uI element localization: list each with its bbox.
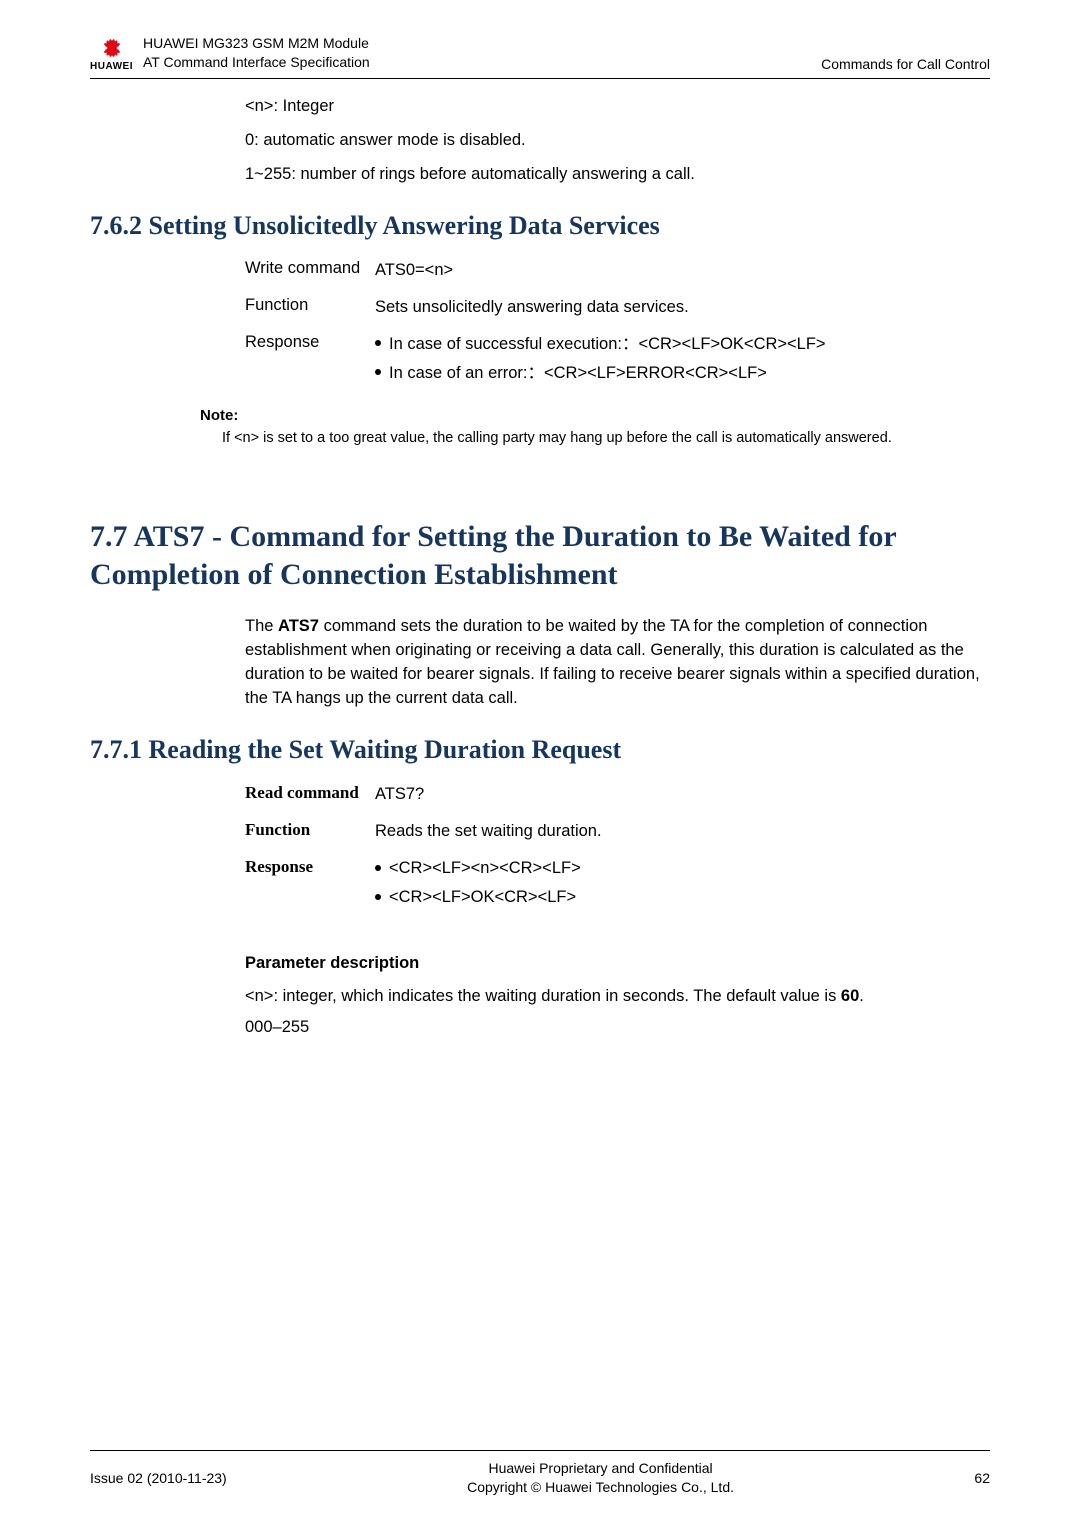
bullet-dot-icon xyxy=(375,340,381,346)
bullet-dot-icon xyxy=(375,369,381,375)
response-bullet-1: <CR><LF><n><CR><LF> xyxy=(375,857,990,880)
huawei-petals-icon xyxy=(95,34,129,60)
s77-post: command sets the duration to be waited b… xyxy=(245,617,980,707)
pd-p1-bold: 60 xyxy=(841,987,859,1005)
value-response: In case of successful execution:：<CR><LF… xyxy=(375,333,990,391)
pd-p1-post: . xyxy=(859,987,864,1005)
response-bullet-error: In case of an error:：<CR><LF>ERROR<CR><L… xyxy=(375,362,990,385)
label-function-771: Function xyxy=(245,820,375,840)
pd-p1-pre: <n>: integer, which indicates the waitin… xyxy=(245,987,841,1005)
response-2-text: <CR><LF>OK<CR><LF> xyxy=(389,886,576,909)
value-response-771: <CR><LF><n><CR><LF> <CR><LF>OK<CR><LF> xyxy=(375,857,990,915)
header-title-line1: HUAWEI MG323 GSM M2M Module xyxy=(143,34,370,53)
response-bullet-2: <CR><LF>OK<CR><LF> xyxy=(375,886,990,909)
huawei-logo: HUAWEI xyxy=(90,34,133,72)
param-n-range: 1~255: number of rings before automatica… xyxy=(245,163,990,187)
param-n-0: 0: automatic answer mode is disabled. xyxy=(245,129,990,153)
value-function-771: Reads the set waiting duration. xyxy=(375,820,990,843)
label-function: Function xyxy=(245,296,375,315)
def-table-762: Write command ATS0=<n> Function Sets uns… xyxy=(245,259,990,391)
heading-7-7: 7.7 ATS7 - Command for Setting the Durat… xyxy=(90,518,990,593)
header-title-line2: AT Command Interface Specification xyxy=(143,53,370,72)
heading-7-7-1: 7.7.1 Reading the Set Waiting Duration R… xyxy=(90,735,990,765)
pd-line-2: 000–255 xyxy=(245,1016,990,1040)
bullet-dot-icon xyxy=(375,865,381,871)
s77-pre: The xyxy=(245,617,278,635)
label-response-771: Response xyxy=(245,857,375,877)
section-77-body: The ATS7 command sets the duration to be… xyxy=(245,615,990,711)
page-header: HUAWEI HUAWEI MG323 GSM M2M Module AT Co… xyxy=(90,0,990,79)
heading-7-6-2: 7.6.2 Setting Unsolicitedly Answering Da… xyxy=(90,211,990,241)
note-762: Note: If <n> is set to a too great value… xyxy=(200,405,990,448)
parameter-description-heading: Parameter description xyxy=(245,954,990,973)
header-right: Commands for Call Control xyxy=(821,56,990,72)
bullet-dot-icon xyxy=(375,894,381,900)
pd-line-1: <n>: integer, which indicates the waitin… xyxy=(245,985,990,1009)
footer-left: Issue 02 (2010-11-23) xyxy=(90,1470,227,1486)
value-write-command: ATS0=<n> xyxy=(375,259,990,282)
footer-center: Huawei Proprietary and Confidential Copy… xyxy=(227,1459,975,1497)
param-n-type: <n>: Integer xyxy=(245,95,990,119)
header-titles: HUAWEI MG323 GSM M2M Module AT Command I… xyxy=(143,34,370,72)
value-read-command: ATS7? xyxy=(375,783,990,806)
response-error-text: In case of an error:：<CR><LF>ERROR<CR><L… xyxy=(389,362,767,385)
def-table-771: Read command ATS7? Function Reads the se… xyxy=(245,783,990,915)
footer-center-2: Copyright © Huawei Technologies Co., Ltd… xyxy=(227,1478,975,1497)
footer-right: 62 xyxy=(974,1470,990,1486)
page-footer: Issue 02 (2010-11-23) Huawei Proprietary… xyxy=(90,1450,990,1497)
s77-cmd: ATS7 xyxy=(278,617,319,635)
response-ok-text: In case of successful execution:：<CR><LF… xyxy=(389,333,826,356)
label-write-command: Write command xyxy=(245,259,375,278)
value-function: Sets unsolicitedly answering data servic… xyxy=(375,296,990,319)
label-response: Response xyxy=(245,333,375,352)
footer-center-1: Huawei Proprietary and Confidential xyxy=(227,1459,975,1478)
note-body: If <n> is set to a too great value, the … xyxy=(222,428,990,448)
huawei-wordmark: HUAWEI xyxy=(90,62,133,72)
response-bullet-ok: In case of successful execution:：<CR><LF… xyxy=(375,333,990,356)
response-1-text: <CR><LF><n><CR><LF> xyxy=(389,857,581,880)
label-read-command: Read command xyxy=(245,783,375,803)
note-title: Note: xyxy=(200,405,990,426)
header-left: HUAWEI HUAWEI MG323 GSM M2M Module AT Co… xyxy=(90,34,370,72)
